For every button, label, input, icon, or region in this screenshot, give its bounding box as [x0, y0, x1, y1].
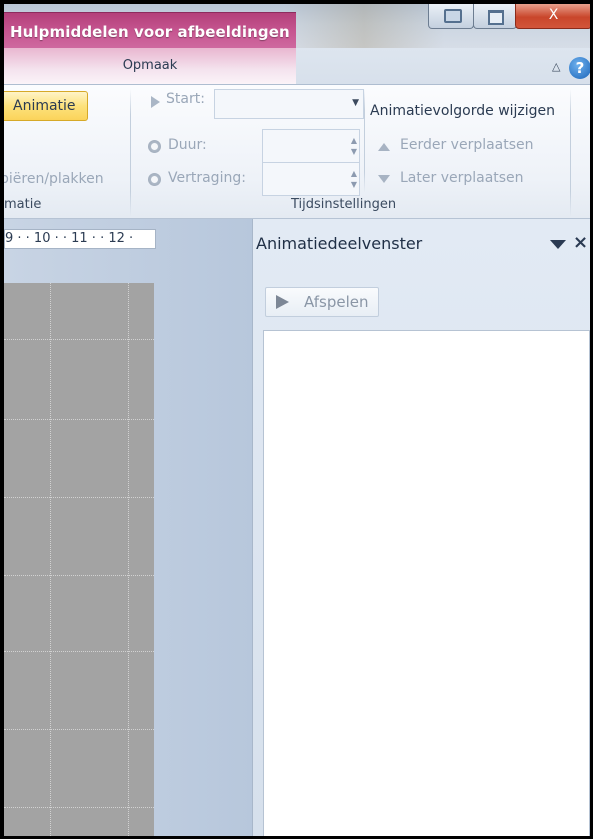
- screenshot-button[interactable]: [428, 4, 474, 29]
- group-separator: [130, 89, 131, 217]
- spin-up-icon[interactable]: ▲: [351, 136, 357, 145]
- slide-canvas[interactable]: [4, 283, 154, 836]
- guide-line: [4, 575, 154, 576]
- duration-clock-icon: [148, 140, 161, 153]
- animation-pane: Animatiedeelvenster × Afspelen: [252, 219, 590, 836]
- pane-title: Animatiedeelvenster: [256, 234, 423, 253]
- guide-line: [4, 339, 154, 340]
- guide-line: [50, 283, 51, 836]
- close-button[interactable]: X: [515, 4, 590, 29]
- tab-opmaak[interactable]: Opmaak: [4, 48, 296, 84]
- slide-editing-area: 9 · · 10 · · 11 · · 12 ·: [4, 219, 252, 836]
- contextual-tab-group-label: Hulpmiddelen voor afbeeldingen: [10, 23, 290, 41]
- group-label-tijdsinstellingen: Tijdsinstellingen: [291, 197, 397, 212]
- animation-painter-button[interactable]: piëren/plakken: [4, 171, 104, 187]
- move-earlier-button[interactable]: Eerder verplaatsen: [400, 137, 534, 153]
- title-bar: Hulpmiddelen voor afbeeldingen X: [4, 4, 590, 49]
- move-down-icon: [378, 175, 390, 183]
- ribbon: Animatie piëren/plakken matie Start: ▼ D…: [4, 85, 590, 219]
- restore-button[interactable]: [473, 4, 517, 29]
- pane-options-chevron-icon[interactable]: [550, 240, 566, 249]
- reorder-title: Animatievolgorde wijzigen: [370, 103, 556, 119]
- restore-icon: [488, 10, 504, 25]
- start-dropdown[interactable]: ▼: [214, 89, 364, 119]
- spin-up-icon[interactable]: ▲: [351, 169, 357, 178]
- close-icon: X: [548, 7, 559, 23]
- horizontal-ruler: 9 · · 10 · · 11 · · 12 ·: [4, 229, 156, 249]
- spin-down-icon[interactable]: ▼: [351, 147, 357, 156]
- ruler-text: 9 · · 10 · · 11 · · 12 ·: [5, 231, 134, 246]
- start-label: Start:: [166, 91, 205, 107]
- animatie-button[interactable]: Animatie: [4, 91, 88, 121]
- guide-line: [4, 497, 154, 498]
- group-separator: [364, 89, 365, 193]
- duur-spinner[interactable]: ▲ ▼: [262, 129, 360, 163]
- delay-clock-icon: [148, 173, 161, 186]
- move-later-button[interactable]: Later verplaatsen: [400, 170, 524, 186]
- start-icon: [151, 96, 160, 108]
- guide-line: [128, 283, 129, 836]
- pane-close-icon[interactable]: ×: [573, 232, 588, 253]
- guide-line: [4, 651, 154, 652]
- play-button-label: Afspelen: [304, 293, 369, 311]
- application-window: Hulpmiddelen voor afbeeldingen X Opmaak …: [4, 4, 590, 836]
- minimize-ribbon-icon[interactable]: △: [552, 60, 560, 73]
- spin-down-icon[interactable]: ▼: [351, 180, 357, 189]
- guide-line: [4, 807, 154, 808]
- group-separator: [570, 89, 571, 217]
- tab-opmaak-label: Opmaak: [122, 58, 178, 73]
- play-button[interactable]: Afspelen: [265, 287, 379, 317]
- title-bar-glass: [284, 4, 444, 48]
- play-icon: [276, 295, 289, 309]
- chevron-down-icon: ▼: [352, 98, 359, 108]
- animatie-button-label: Animatie: [13, 98, 76, 114]
- help-icon[interactable]: ?: [569, 57, 590, 79]
- vertraging-label: Vertraging:: [168, 170, 246, 186]
- camera-icon: [444, 9, 462, 23]
- contextual-tab-group: Hulpmiddelen voor afbeeldingen: [4, 12, 296, 49]
- group-label-animatie: matie: [4, 197, 42, 212]
- move-up-icon: [378, 143, 390, 151]
- guide-line: [4, 729, 154, 730]
- duur-label: Duur:: [168, 137, 207, 153]
- vertraging-spinner[interactable]: ▲ ▼: [262, 162, 360, 196]
- animation-list[interactable]: [263, 330, 590, 836]
- guide-line: [4, 419, 154, 420]
- ribbon-tab-row: Opmaak △ ?: [4, 48, 590, 85]
